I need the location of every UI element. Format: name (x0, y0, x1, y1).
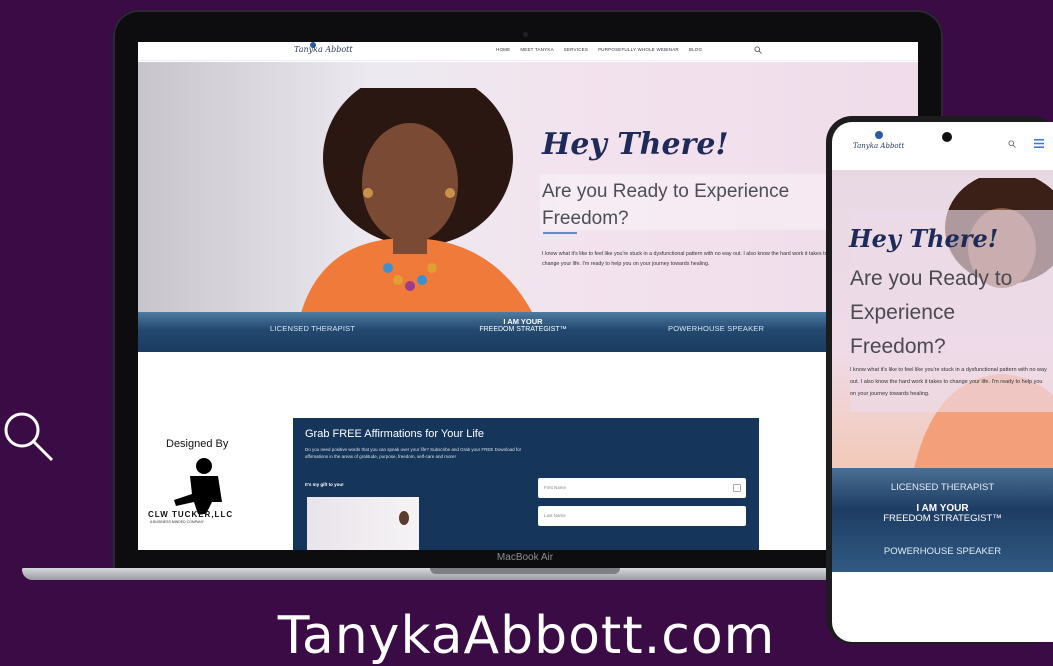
phone-strip-licensed-therapist[interactable]: LICENSED THERAPIST (832, 482, 1053, 493)
phone-strip-center-bottom: FREEDOM STRATEGIST™ (883, 513, 1002, 524)
affirmations-optin: Grab FREE Affirmations for Your Life Do … (293, 418, 759, 550)
designer-name: CLW TUCKER,LLC (148, 510, 234, 519)
nav-link-meet-tanyka[interactable]: MEET TANYKA (520, 47, 553, 52)
menu-icon[interactable] (1034, 139, 1044, 148)
phone-body-text: I know what it's like to feel like you'r… (850, 367, 1047, 397)
nav-link-blog[interactable]: BLOG (689, 47, 702, 52)
designed-by-label: Designed By (166, 438, 229, 450)
logo-mark-icon (875, 131, 883, 139)
site-logo[interactable]: Tanyka Abbott (294, 45, 353, 54)
optin-preview-image (307, 497, 419, 550)
hero-portrait (299, 88, 535, 318)
first-name-placeholder: First Name (544, 485, 567, 490)
designer-tagline: A BUSINESS MINDED COMPANY (150, 520, 205, 524)
phone-camera (942, 132, 952, 142)
phone-screen: Tanyka Abbott Hey There! Are you Ready t… (832, 122, 1053, 642)
phone-site-logo[interactable]: Tanyka Abbott (853, 142, 904, 150)
laptop-screen: Tanyka Abbott HOME MEET TANYKA SERVICES … (138, 42, 918, 550)
nav-links: HOME MEET TANYKA SERVICES PURPOSEFULLY W… (496, 47, 702, 52)
headline-underline (543, 232, 577, 234)
optin-image-person (399, 511, 409, 525)
search-icon[interactable] (754, 46, 762, 54)
optin-gift-text: It's my gift to you! (305, 482, 344, 487)
autofill-icon (733, 484, 741, 492)
strip-licensed-therapist[interactable]: LICENSED THERAPIST (270, 324, 355, 333)
hero-section: Hey There! Are you Ready to Experience F… (138, 62, 918, 318)
optin-title: Grab FREE Affirmations for Your Life (305, 428, 484, 440)
phone-greeting: Hey There! (849, 224, 999, 253)
nav-link-services[interactable]: SERVICES (564, 47, 588, 52)
nav-link-webinar[interactable]: PURPOSEFULLY WHOLE WEBINAR (598, 47, 679, 52)
laptop-camera (523, 32, 528, 37)
phone-strip-powerhouse-speaker[interactable]: POWERHOUSE SPEAKER (832, 546, 1053, 557)
last-name-field[interactable]: Last Name (538, 506, 746, 526)
strip-center-bottom: FREEDOM STRATEGIST™ (479, 326, 567, 333)
laptop-notch (430, 568, 620, 574)
strip-powerhouse-speaker[interactable]: POWERHOUSE SPEAKER (668, 324, 764, 333)
phone-headline: Are you Ready to Experience Freedom? (850, 267, 1013, 358)
strip-freedom-strategist[interactable]: I AM YOUR FREEDOM STRATEGIST™ (463, 318, 583, 334)
last-name-placeholder: Last Name (544, 513, 566, 518)
nav-link-home[interactable]: HOME (496, 47, 510, 52)
search-icon[interactable] (1008, 140, 1016, 148)
laptop-model-label: MacBook Air (496, 552, 554, 563)
phone-strip-freedom-strategist[interactable]: I AM YOUR FREEDOM STRATEGIST™ (832, 504, 1053, 524)
site-navigation: Tanyka Abbott HOME MEET TANYKA SERVICES … (138, 42, 918, 61)
phone-hero: Hey There! Are you Ready to Experience F… (832, 170, 1053, 470)
optin-description: Do you need positive words that you can … (305, 447, 522, 459)
strip-center-top: I AM YOUR (503, 317, 543, 326)
site-url-caption: TanykaAbbott.com (277, 606, 776, 666)
hero-body-text: I know what it's like to feel like you'r… (542, 251, 828, 267)
first-name-field[interactable]: First Name (538, 478, 746, 498)
hero-greeting: Hey There! (542, 127, 729, 162)
search-icon[interactable] (2, 408, 54, 464)
hero-headline: Are you Ready to Experience Freedom? (542, 181, 790, 229)
services-strip: LICENSED THERAPIST I AM YOUR FREEDOM STR… (138, 312, 918, 352)
phone-services-strip: LICENSED THERAPIST I AM YOUR FREEDOM STR… (832, 468, 1053, 572)
